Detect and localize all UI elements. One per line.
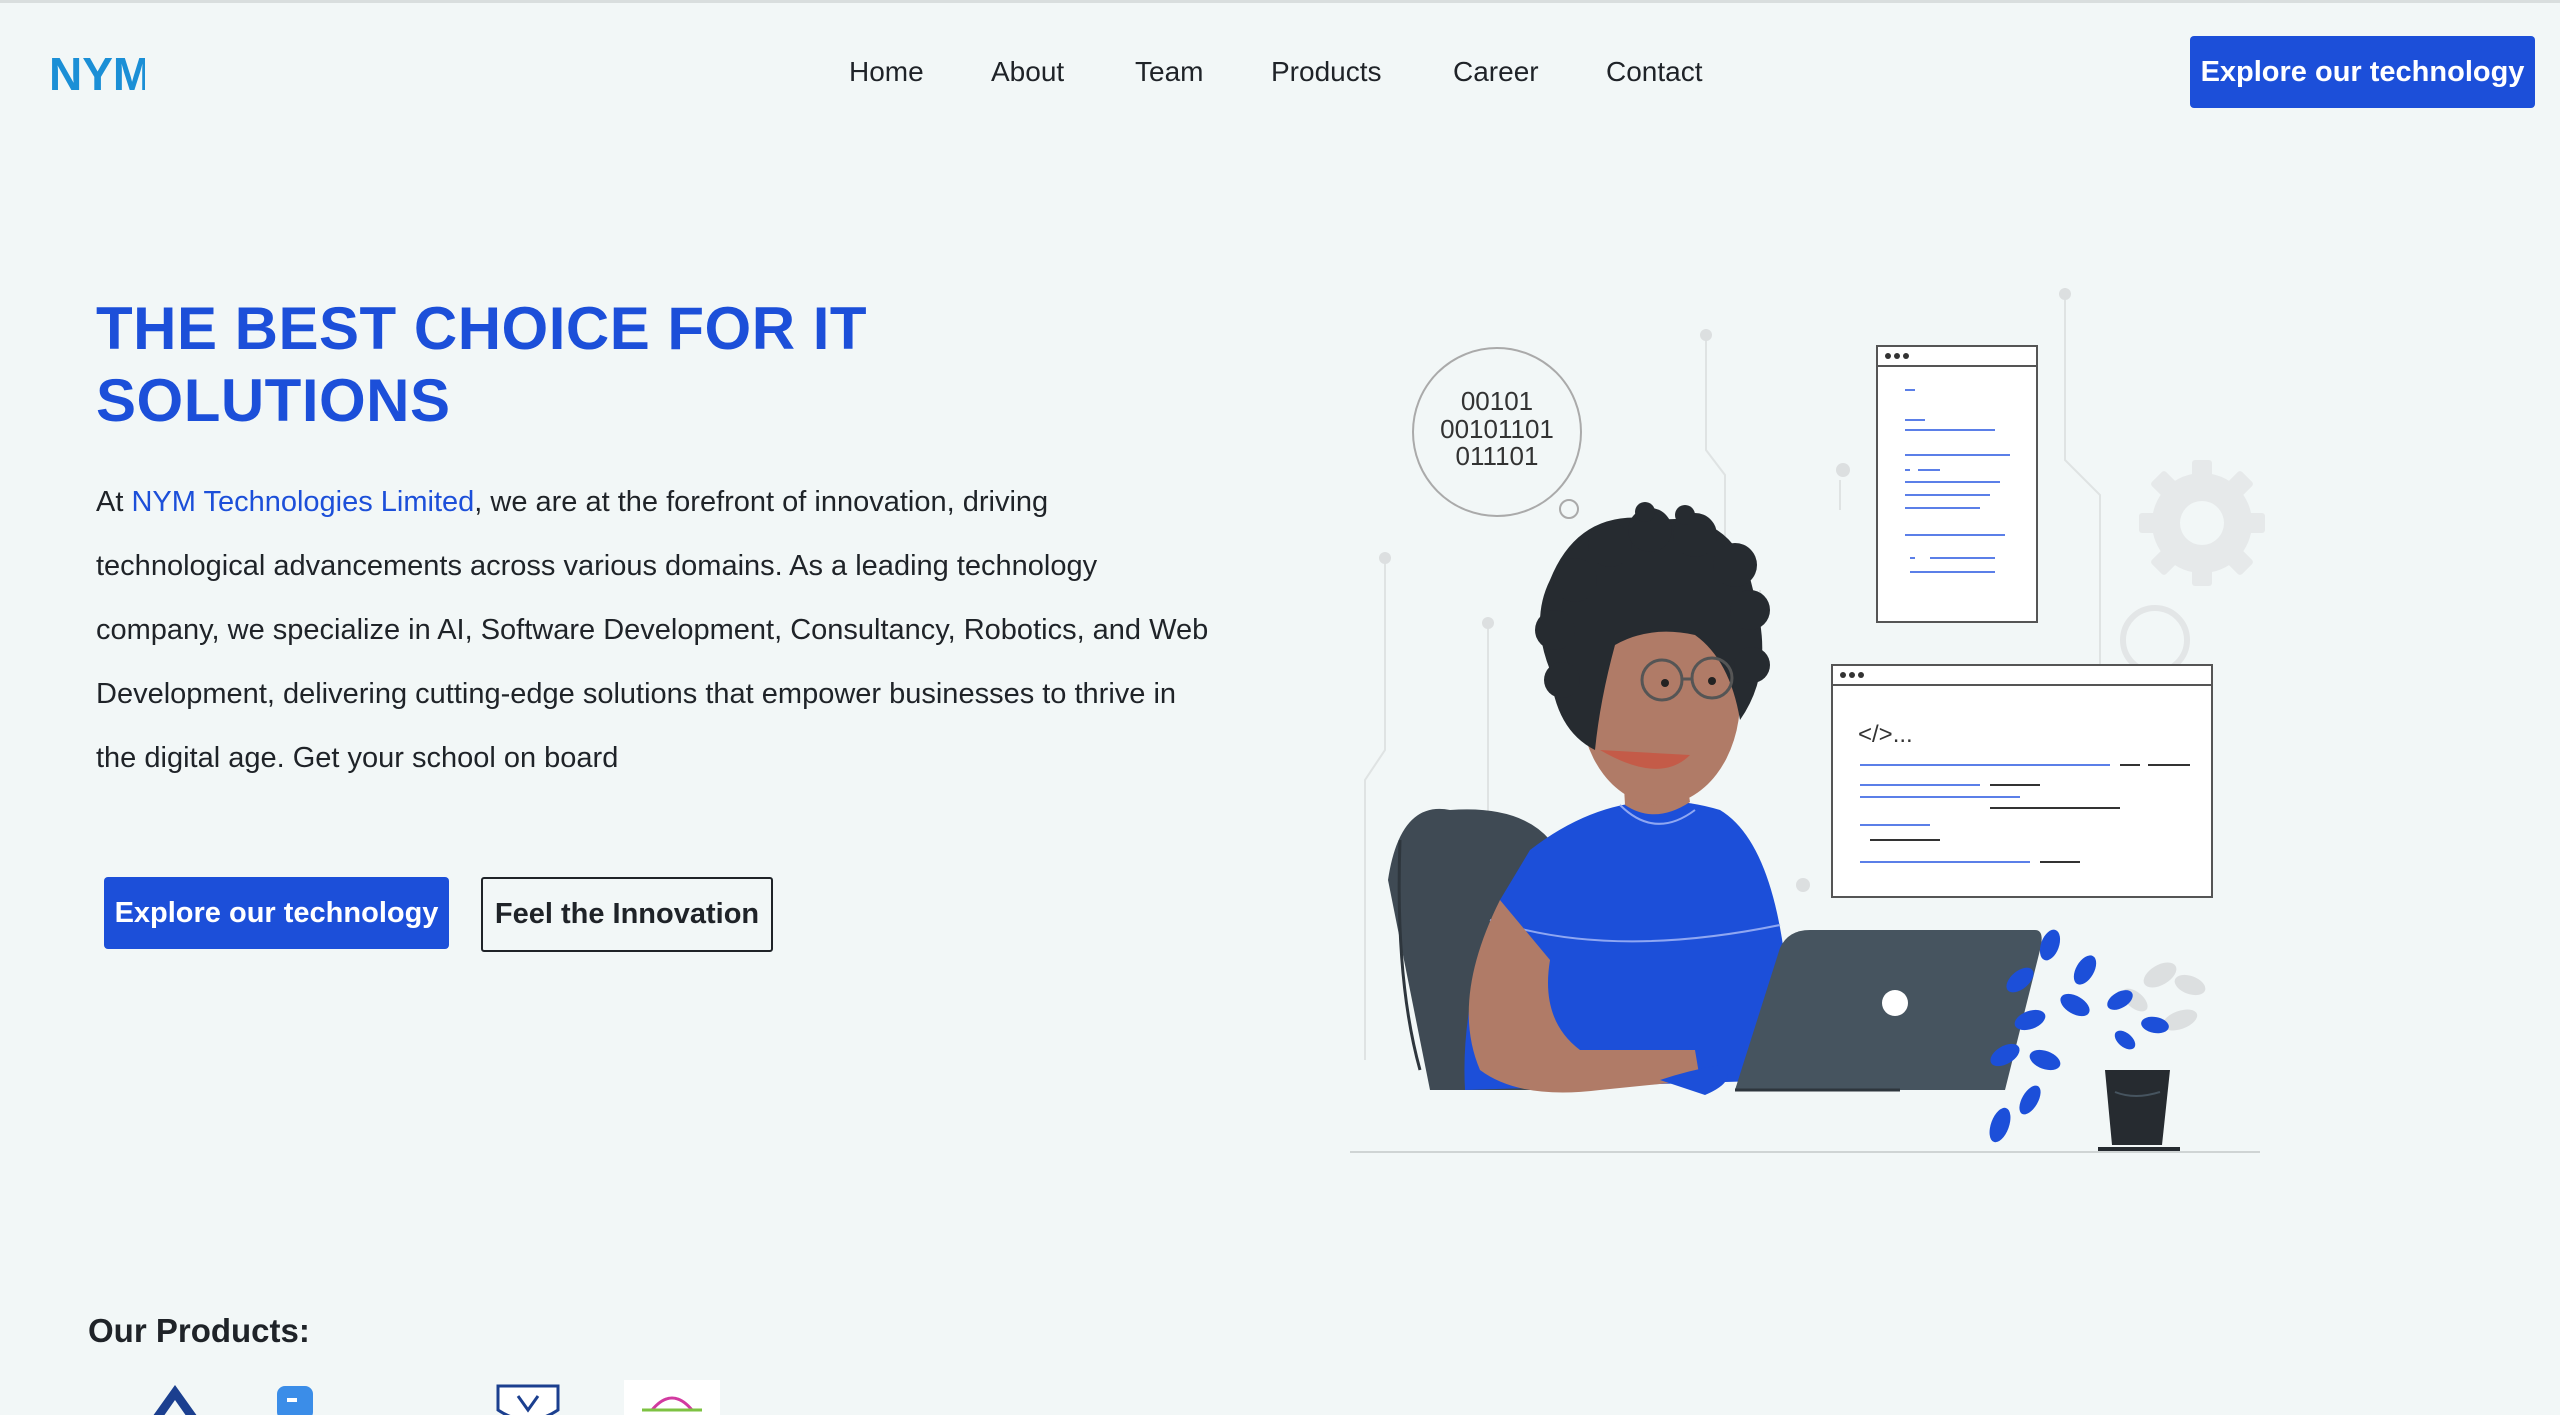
product-logo-2[interactable]	[275, 1380, 317, 1415]
hero-explore-button[interactable]: Explore our technology	[104, 877, 449, 949]
brand-link[interactable]: NYM Technologies Limited	[131, 486, 474, 518]
hero-illustration: 00101 00101101 011101 </>...	[1340, 280, 2300, 1180]
laptop	[1735, 930, 2042, 1092]
nav-home[interactable]: Home	[849, 52, 924, 92]
binary-line-1: 00101	[1461, 386, 1533, 416]
product-logo-4[interactable]	[624, 1380, 720, 1415]
top-border	[0, 0, 2560, 3]
code-window-top	[1876, 345, 2038, 623]
hero-text-before: At	[96, 486, 132, 518]
nav-about[interactable]: About	[991, 52, 1064, 92]
main-nav: Home About Team Products Career Contact	[0, 52, 2560, 92]
products-title: Our Products:	[88, 1312, 310, 1349]
gear-icon	[2139, 460, 2265, 586]
code-tag-text: </>...	[1858, 721, 1913, 748]
nav-contact[interactable]: Contact	[1606, 52, 1703, 92]
binary-line-3: 011101	[1456, 441, 1539, 471]
hero-description: At NYM Technologies Limited, we are at t…	[96, 470, 1216, 790]
hero-text-after: , we are at the forefront of innovation,…	[96, 486, 1209, 774]
nav-team[interactable]: Team	[1135, 52, 1203, 92]
small-gear-icon	[2120, 605, 2190, 675]
feel-innovation-button[interactable]: Feel the Innovation	[481, 877, 773, 952]
code-window-bottom: </>...	[1831, 664, 2213, 898]
binary-bubble: 00101 00101101 011101	[1412, 347, 1582, 519]
product-logo-3[interactable]	[494, 1380, 562, 1415]
nav-products[interactable]: Products	[1271, 52, 1382, 92]
header-explore-button[interactable]: Explore our technology	[2190, 36, 2535, 108]
hero-title: THE BEST CHOICE FOR IT SOLUTIONS	[96, 295, 868, 434]
nav-career[interactable]: Career	[1453, 52, 1539, 92]
binary-line-2: 00101101	[1440, 414, 1554, 444]
person	[1464, 502, 1790, 1095]
product-logo-1[interactable]	[145, 1380, 205, 1415]
